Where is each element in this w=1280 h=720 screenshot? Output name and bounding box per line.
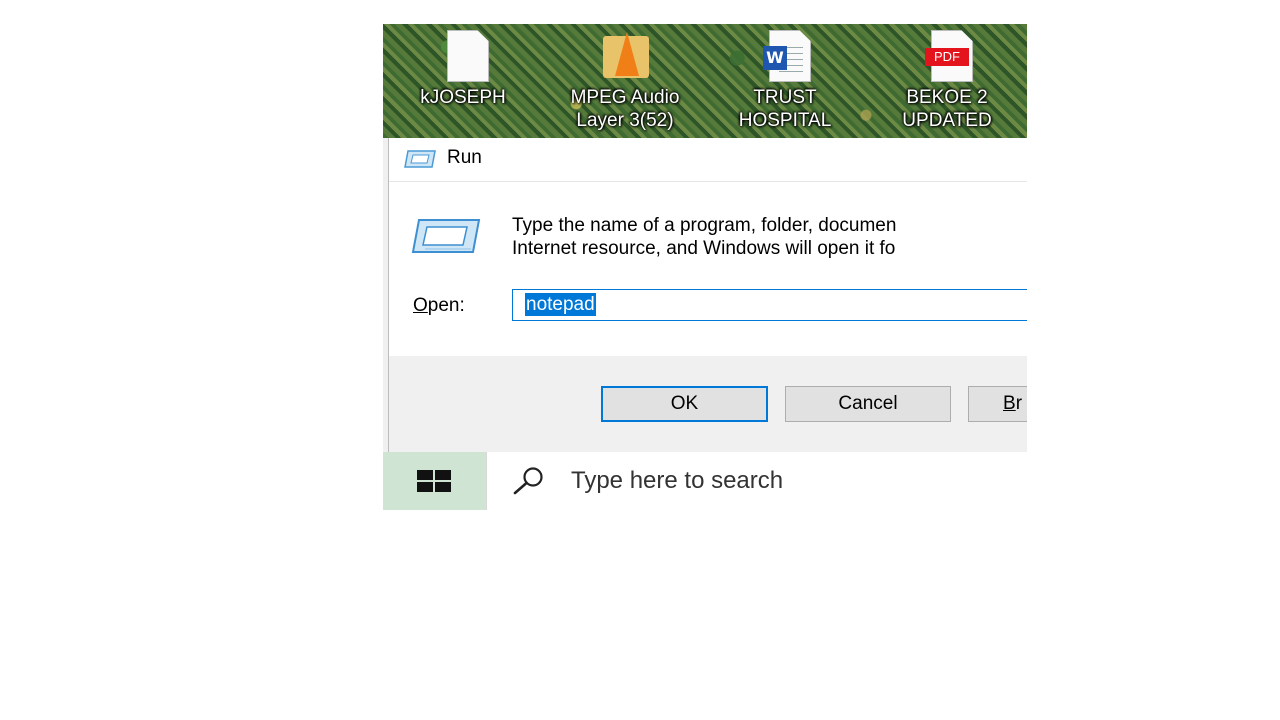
run-description-line: Internet resource, and Windows will open… [512,238,896,259]
search-icon [513,467,543,495]
browse-mnemonic: B [1003,393,1016,414]
button-area: OK Cancel Br [389,356,1027,452]
desktop-icon-kjoseph[interactable]: kJOSEPH [388,30,538,109]
pdf-file-icon: PDF [923,30,973,82]
desktop-icon-bekoe-updated[interactable]: PDF BEKOE 2 UPDATED [872,30,1022,132]
desktop-icon-label: BEKOE 2 [906,87,988,108]
desktop-icon-mpeg-audio[interactable]: MPEG Audio Layer 3(52) [550,30,700,132]
open-input-value: notepad [525,293,596,316]
run-description: Type the name of a program, folder, docu… [512,214,896,260]
taskbar: Type here to search [383,452,1027,510]
browse-button[interactable]: Br [968,386,1027,422]
ok-button[interactable]: OK [601,386,768,422]
run-description-line: Type the name of a program, folder, docu… [512,215,897,236]
run-app-icon [404,150,436,172]
run-icon [411,218,481,258]
desktop-icon-label: MPEG Audio [570,87,680,108]
open-label-text: pen: [427,295,465,316]
run-title: Run [447,147,482,168]
open-label-mnemonic: O [413,295,428,316]
word-document-icon: W [761,30,811,82]
desktop-icon-label: kJOSEPH [420,87,506,108]
browse-label: r [1015,393,1023,414]
desktop-icon-label: UPDATED [902,110,992,131]
vlc-media-icon [601,30,649,82]
desktop-icon-label: Layer 3(52) [576,110,674,131]
text-file-icon [439,30,489,82]
desktop: kJOSEPH MPEG Audio Layer 3(52) W TRUST H… [383,24,1027,138]
cancel-button[interactable]: Cancel [785,386,951,422]
taskbar-search-box[interactable]: Type here to search [486,452,1027,510]
open-input[interactable]: notepad [512,289,1027,321]
desktop-icon-trust-hospital[interactable]: W TRUST HOSPITAL [710,30,860,132]
start-button[interactable] [383,452,486,510]
windows-logo-icon [417,470,451,492]
desktop-icon-label: HOSPITAL [738,110,832,131]
run-titlebar[interactable]: Run [389,138,1027,182]
open-label: Open: [413,295,465,317]
screenshot-region: kJOSEPH MPEG Audio Layer 3(52) W TRUST H… [383,24,1027,510]
run-dialog: Run Type the name of a program, folder, … [388,138,1027,452]
desktop-icon-label: TRUST [753,87,817,108]
search-placeholder: Type here to search [571,467,784,494]
